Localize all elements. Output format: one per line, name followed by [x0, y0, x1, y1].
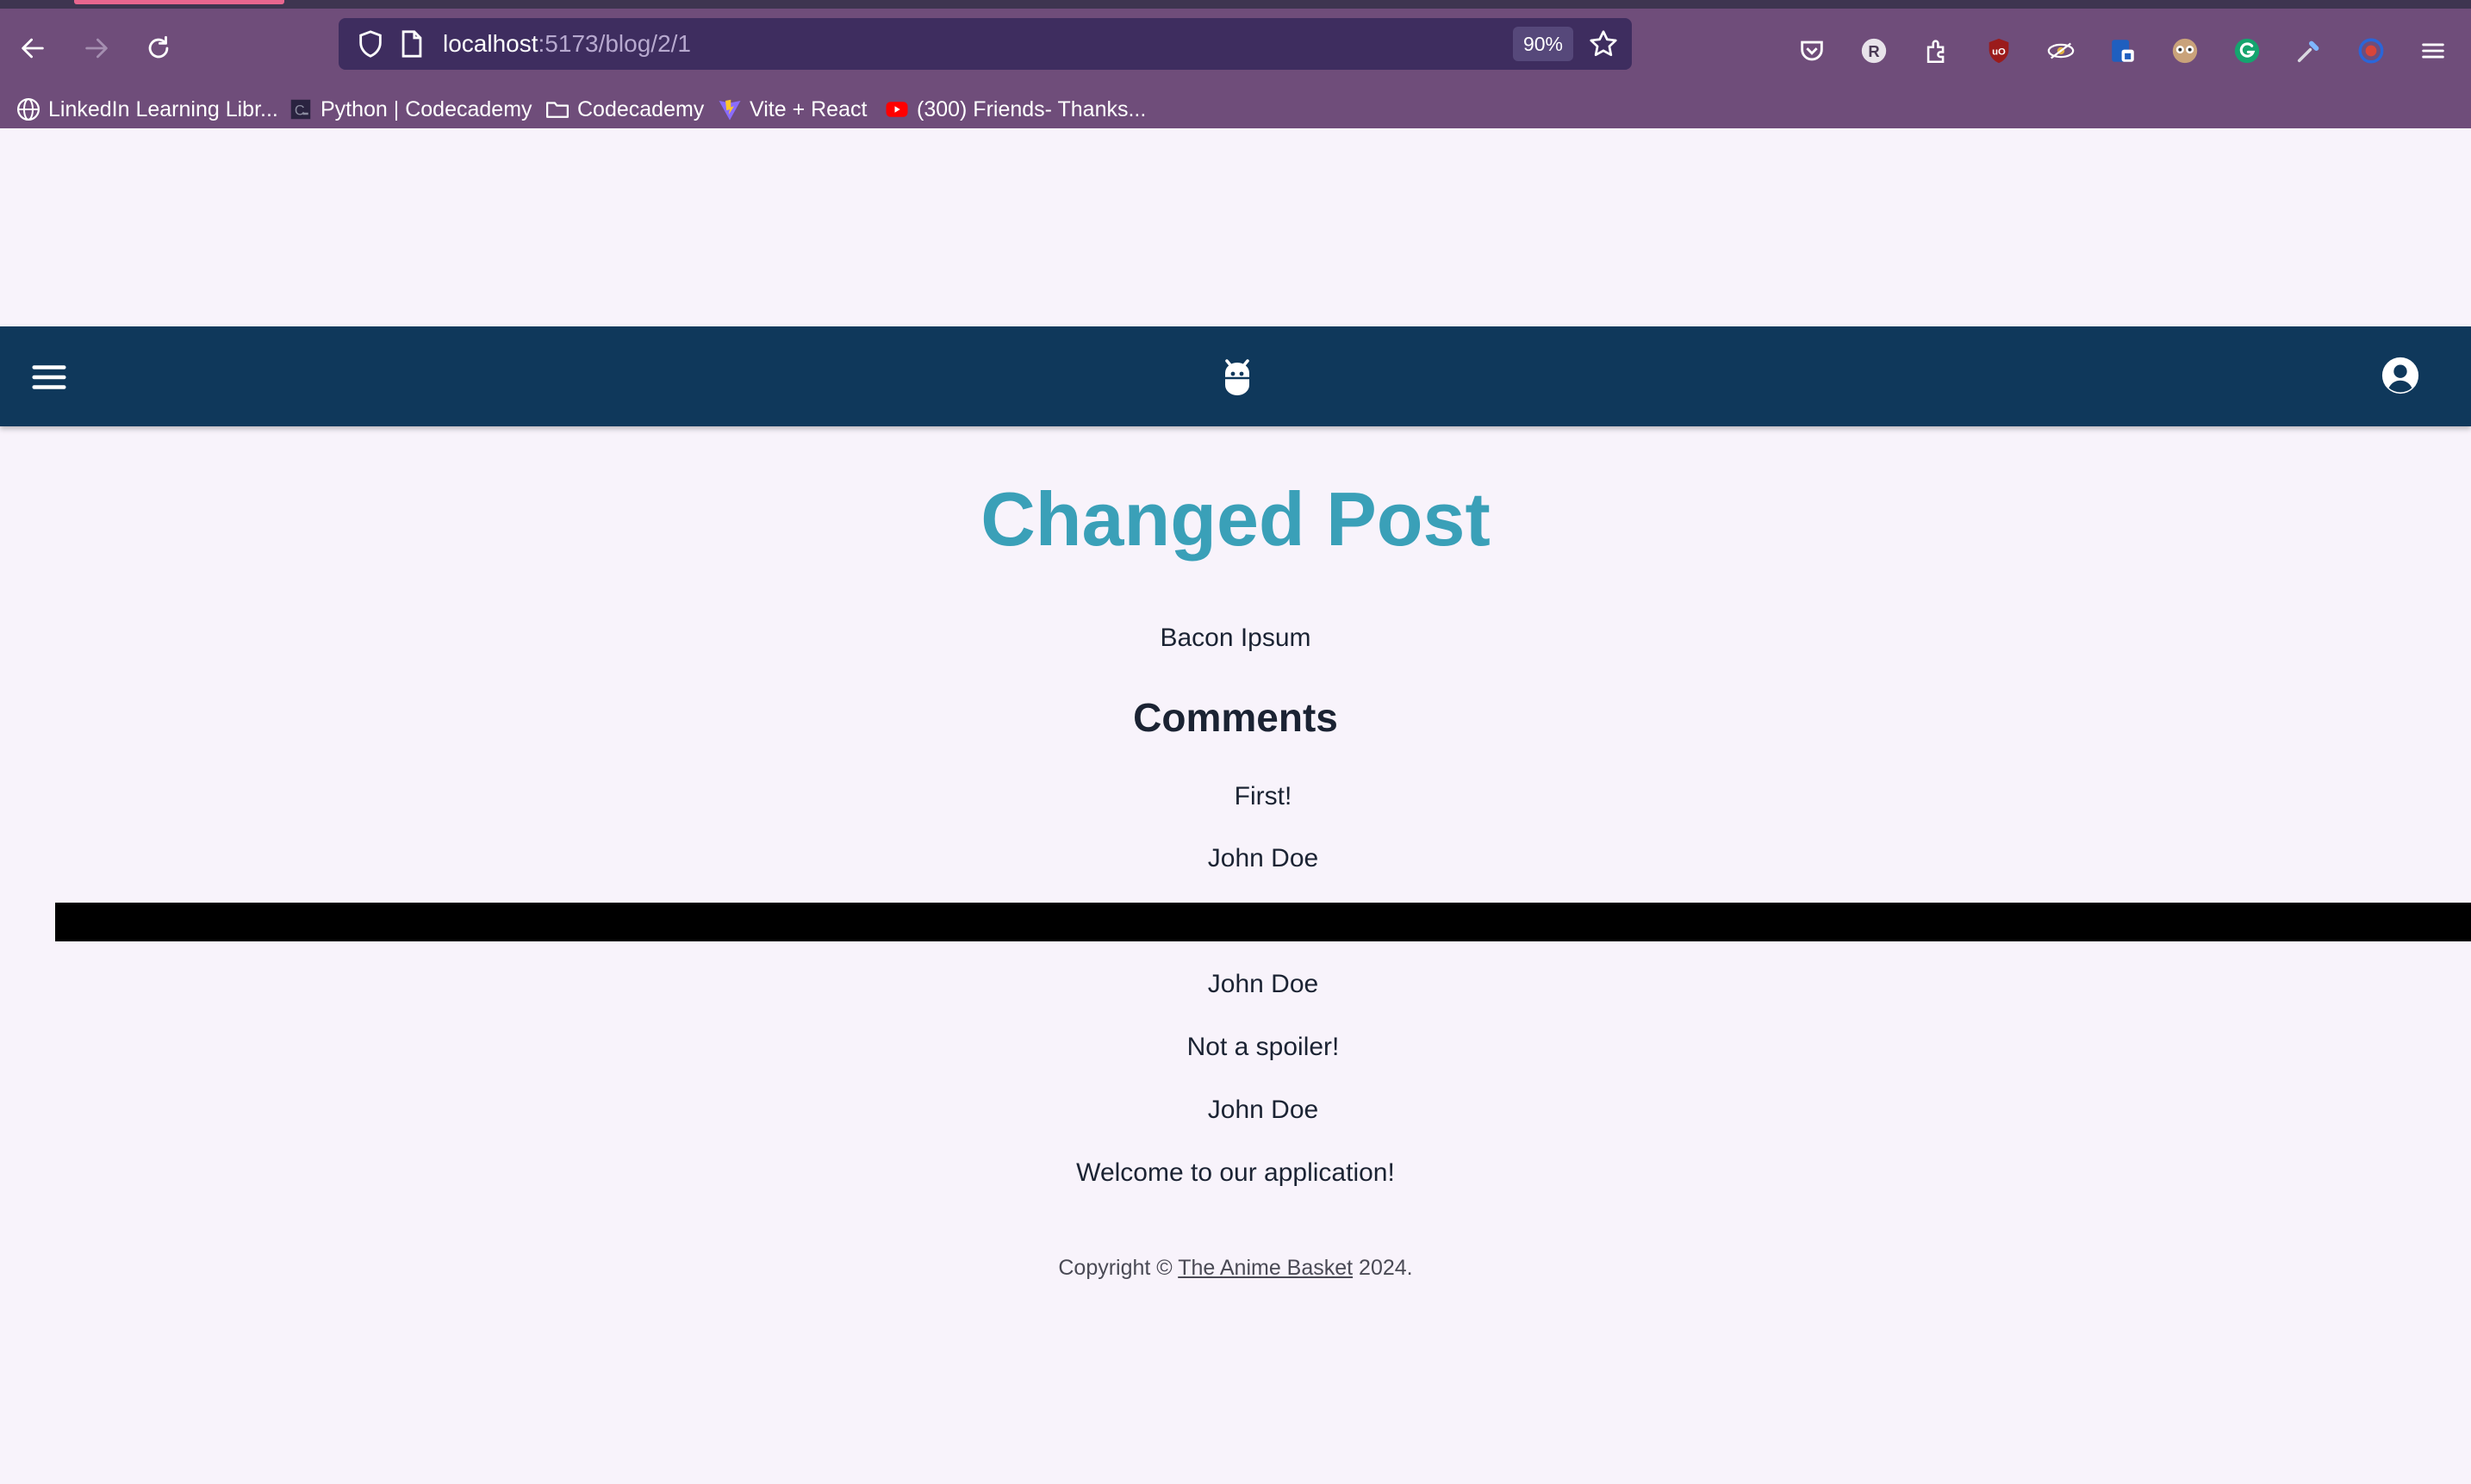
footer-suffix: 2024.	[1353, 1256, 1413, 1280]
footer-site-link[interactable]: The Anime Basket	[1178, 1256, 1353, 1280]
bookmark-item[interactable]: Vite + React	[717, 89, 867, 130]
tab-strip	[0, 0, 2471, 9]
active-tab-indicator[interactable]	[74, 0, 284, 4]
bookmark-label: Python | Codecademy	[321, 96, 532, 121]
app-header	[0, 326, 2471, 426]
svg-text:C: C	[295, 102, 305, 118]
post-title: Changed Post	[980, 476, 1491, 562]
eyedropper-button[interactable]	[2292, 34, 2326, 68]
owl-extension-button[interactable]	[2168, 34, 2202, 68]
back-arrow-icon	[22, 38, 44, 59]
bookmarks-bar: LinkedIn Learning Libr... C Python | Cod…	[0, 89, 2471, 130]
eye-extension-icon	[2047, 42, 2075, 59]
eye-extension-button[interactable]	[2044, 34, 2078, 68]
extensions-button[interactable]	[1920, 34, 1954, 68]
owl-extension-icon	[2172, 38, 2198, 64]
spoiler-comment-hidden[interactable]	[55, 903, 2471, 941]
browser-toolbar: localhost:5173/blog/2/1 90% R uO LinkedI…	[0, 9, 2471, 128]
address-bar[interactable]: localhost:5173/blog/2/1 90%	[339, 18, 1632, 70]
shield-extension-button[interactable]	[2106, 34, 2140, 68]
comments-heading: Comments	[1133, 695, 1338, 740]
url-host: localhost	[443, 30, 538, 57]
reload-icon	[148, 35, 169, 59]
vite-icon	[719, 99, 741, 121]
footer-prefix: Copyright ©	[1058, 1256, 1179, 1280]
bookmark-item[interactable]: Codecademy	[545, 89, 704, 130]
target-extension-button[interactable]	[2354, 34, 2388, 68]
bookmark-label: Vite + React	[750, 96, 868, 121]
shield-extension-icon	[2112, 40, 2134, 62]
page-info-icon[interactable]	[399, 29, 425, 59]
basket-logo-icon[interactable]	[1220, 356, 1254, 399]
pocket-button[interactable]	[1795, 34, 1829, 68]
target-extension-icon	[2358, 38, 2384, 64]
comment-author: John Doe	[1207, 844, 1319, 872]
comment-author: John Doe	[1207, 1096, 1319, 1124]
folder-icon	[546, 102, 569, 118]
bookmark-label: (300) Friends- Thanks...	[917, 96, 1147, 121]
back-button[interactable]	[12, 28, 53, 69]
youtube-icon	[886, 102, 908, 117]
bookmark-star-icon[interactable]	[1588, 28, 1619, 59]
bookmark-item[interactable]: LinkedIn Learning Libr...	[16, 89, 278, 130]
reload-button[interactable]	[138, 28, 179, 69]
ublock-button[interactable]: uO	[1982, 34, 2016, 68]
bookmark-item[interactable]: (300) Friends- Thanks...	[884, 89, 1146, 130]
account-circle-icon[interactable]	[2381, 356, 2420, 395]
comment-text: Not a spoiler!	[1186, 1033, 1340, 1061]
bookmark-label: Codecademy	[577, 96, 705, 121]
grammarly-button[interactable]	[2230, 34, 2264, 68]
app-menu-button[interactable]	[2416, 34, 2450, 68]
r-extension-icon: R	[1861, 38, 1887, 64]
footer-copyright: Copyright © The Anime Basket 2024.	[0, 1256, 2471, 1281]
bookmark-label: LinkedIn Learning Libr...	[48, 96, 278, 121]
bookmark-item[interactable]: C Python | Codecademy	[288, 89, 532, 130]
svg-text:uO: uO	[1992, 47, 2006, 57]
url-path: :5173/blog/2/1	[538, 30, 692, 57]
r-extension-button[interactable]: R	[1857, 34, 1891, 68]
url-text[interactable]: localhost:5173/blog/2/1	[443, 18, 691, 70]
forward-arrow-icon	[85, 38, 108, 59]
globe-icon	[17, 98, 40, 121]
extensions-icon	[1926, 40, 1945, 64]
eyedropper-icon	[2297, 40, 2319, 63]
ublock-icon: uO	[1989, 38, 2009, 64]
grammarly-icon	[2234, 38, 2260, 64]
comment-author: John Doe	[1207, 970, 1319, 998]
pocket-icon	[1801, 40, 1823, 61]
menu-icon	[2422, 43, 2444, 59]
forward-button[interactable]	[76, 28, 117, 69]
post-body: Bacon Ipsum	[1160, 624, 1311, 652]
tracking-shield-icon[interactable]	[356, 29, 385, 59]
comment-text: First!	[1234, 782, 1292, 810]
codecademy-icon: C	[290, 99, 311, 120]
zoom-level-button[interactable]: 90%	[1513, 27, 1573, 61]
hamburger-menu-icon[interactable]	[29, 357, 69, 397]
welcome-message: Welcome to our application!	[1076, 1158, 1395, 1187]
svg-text:R: R	[1868, 42, 1879, 60]
